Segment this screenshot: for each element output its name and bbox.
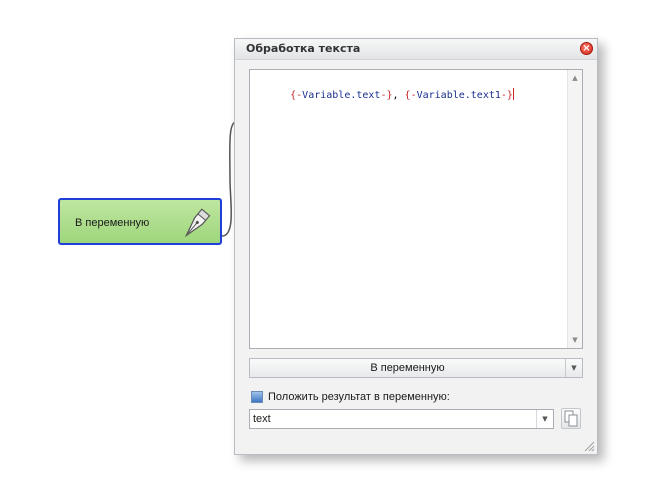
code-token: Variable.text1 [416, 90, 501, 101]
save-result-checkbox[interactable] [251, 391, 263, 403]
variable-select-value: text [253, 413, 271, 425]
pen-nib-icon [184, 208, 211, 238]
code-token: -} [500, 90, 513, 101]
code-token: {- [404, 90, 417, 101]
text-editor[interactable]: {-Variable.text-}, {-Variable.text1-} ▲ … [249, 69, 583, 349]
mode-dropdown[interactable]: В переменную ▼ [249, 358, 583, 378]
chevron-down-icon[interactable]: ▼ [536, 410, 553, 428]
code-token: {- [290, 90, 303, 101]
chevron-down-icon[interactable]: ▼ [565, 359, 582, 377]
scroll-up-icon[interactable]: ▲ [570, 73, 580, 83]
scroll-down-icon[interactable]: ▼ [570, 335, 580, 345]
editor-scrollbar[interactable]: ▲ ▼ [567, 70, 582, 348]
editor-content: {-Variable.text-}, {-Variable.text1-} [254, 74, 514, 117]
action-node-to-variable[interactable]: В переменную [58, 198, 222, 245]
code-token: , [392, 90, 405, 101]
dialog-title: Обработка текста [246, 42, 361, 55]
code-token: Variable.text [302, 90, 381, 101]
variable-select[interactable]: text ▼ [249, 409, 554, 429]
save-result-label: Положить результат в переменную: [268, 391, 450, 403]
code-token: -} [380, 90, 393, 101]
mode-dropdown-value: В переменную [370, 362, 445, 374]
close-icon[interactable]: × [580, 42, 593, 55]
text-processing-dialog: Обработка текста × {-Variable.text-}, {-… [234, 38, 598, 455]
dialog-titlebar[interactable]: Обработка текста × [235, 39, 597, 60]
copy-button[interactable] [561, 408, 581, 429]
action-node-label: В переменную [75, 217, 150, 229]
copy-icon [564, 410, 578, 427]
resize-grip-icon[interactable] [583, 440, 595, 452]
text-cursor [512, 88, 514, 100]
